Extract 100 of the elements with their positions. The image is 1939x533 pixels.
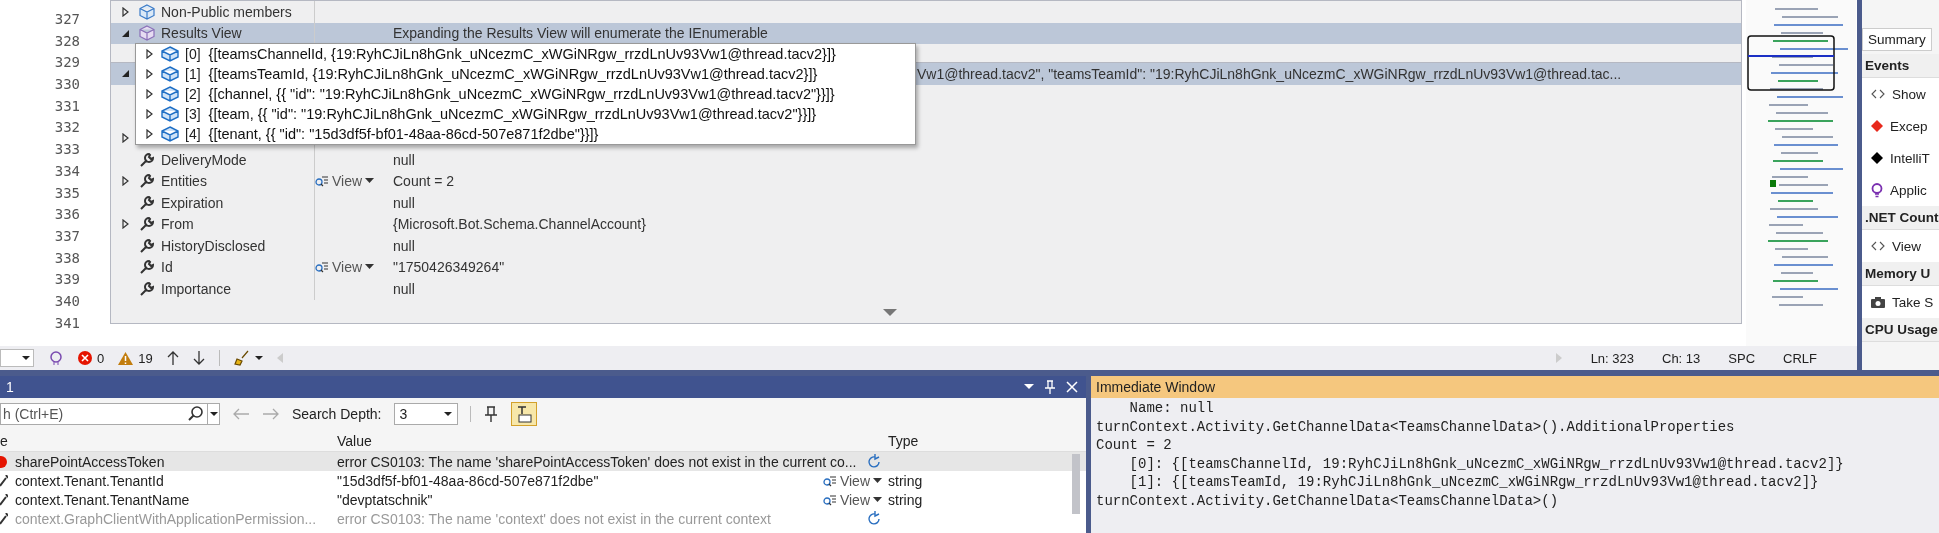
pin-icon[interactable] (482, 405, 499, 423)
datatip-row[interactable]: Id View "1750426349264" (111, 256, 1741, 278)
scroll-down-icon[interactable] (883, 309, 897, 317)
selected-row[interactable]: Results View Expanding the Results View will enumerate the IEnumerable (111, 22, 1741, 44)
line-number: 339 (54, 270, 80, 290)
output-line: Count = 2 (1096, 436, 1173, 455)
up-arrow-icon[interactable] (166, 351, 179, 365)
datatip-row[interactable]: [4] {[tenant, {{ "id": "15d3df5f-bf01-48aa-86cd-507e871f2dbe"}}]} (136, 124, 903, 144)
line-indicator[interactable]: Ln: 323 (1590, 350, 1634, 366)
datatip-row[interactable]: DeliveryMode null (111, 149, 1741, 171)
member-value: Expanding the Results View will enumerate the IEnumerable (393, 25, 768, 42)
refresh-icon[interactable] (866, 453, 882, 470)
item-index: [0] (185, 46, 201, 62)
dropdown[interactable] (0, 349, 34, 367)
expand-arrow-icon[interactable] (146, 129, 153, 139)
event-label[interactable]: View (1892, 238, 1922, 254)
output-line: Name: null (1128, 399, 1215, 418)
output-line: [1]: {[teamsTeamId, 19:RyhCJiLn8hGnk_uNcezmC_xWGiNRgw_rrzdLnUv93Vw1@thread.tacv2]} (1128, 473, 1820, 492)
caret-icon (365, 178, 375, 185)
cube-icon (161, 66, 179, 82)
watch-type: string (888, 472, 923, 489)
panel-title: 1 (6, 379, 14, 395)
expand-arrow-icon[interactable] (121, 6, 129, 17)
watch-name: sharePointAccessToken (15, 453, 165, 470)
search-history-dropdown[interactable] (207, 403, 220, 425)
column-header[interactable]: e (0, 432, 331, 449)
cube-icon (139, 25, 155, 42)
watch-name: context.Tenant.TenantName (15, 491, 190, 508)
errors-indicator[interactable]: 0 (78, 350, 105, 366)
section-header: Memory U (1862, 262, 1939, 286)
column-indicator[interactable]: Ch: 13 (1662, 350, 1701, 366)
item-index: [4] (185, 126, 201, 142)
selected-row[interactable]: sharePointAccessToken error CS0103: The name 'sharePointAccessToken' does not exist in the current co... (0, 452, 1086, 471)
item-index: [2] (185, 86, 201, 102)
search-field[interactable]: h (Ctrl+E) (0, 403, 185, 425)
scrollbar[interactable] (1072, 454, 1080, 514)
expand-arrow-icon[interactable] (146, 49, 153, 59)
line-number: 335 (54, 183, 80, 203)
camera-icon (1871, 296, 1885, 308)
cleanup-button[interactable] (233, 350, 263, 366)
warnings-indicator[interactable]: 19 (118, 350, 153, 366)
whitespace-indicator[interactable]: SPC (1728, 350, 1756, 366)
member-name: Expiration (161, 194, 224, 211)
brush-icon (233, 350, 250, 366)
collapse-arrow-icon[interactable] (120, 28, 130, 38)
search-depth-label: Search Depth: (292, 406, 382, 422)
view-button[interactable]: View (822, 491, 882, 508)
output-line: [0]: {[teamsChannelId, 19:RyhCJiLn8hGnk_uNcezmC_xWGiNRgw_rrzdLnUv93Vw1@thread.tacv2]} (1128, 454, 1845, 473)
member-value: Vw1@thread.tacv2", "teamsTeamId": "19:RyhCJiLn8hGnk_uNcezmC_xWGiNRgw_rrzdLnUv93Vw1@thread.tac... (917, 65, 1622, 82)
expand-arrow-icon[interactable] (146, 109, 153, 119)
toggle-button[interactable] (510, 402, 537, 426)
watch-row[interactable]: context.Tenant.TenantName "devptatschnik" View string (0, 490, 1086, 509)
lightbulb-icon (1871, 182, 1883, 198)
dropdown-icon[interactable] (1024, 384, 1034, 390)
expand-arrow-icon[interactable] (121, 176, 129, 187)
watch-value: error CS0103: The name 'context' does not exist in the current context (337, 510, 772, 527)
cube-icon (161, 46, 179, 62)
datatip-row[interactable]: [0] {[teamsChannelId, {19:RyhCJiLn8hGnk_uNcezmC_xWGiNRgw_rrzdLnUv93Vw1@thread.tacv2}]} (136, 44, 903, 64)
collapse-arrow-icon[interactable] (120, 69, 130, 79)
watch-value: "15d3df5f-bf01-48aa-86cd-507e871f2dbe" (337, 472, 600, 489)
search-depth-dropdown[interactable]: 3 (393, 403, 458, 425)
tab[interactable]: Summary (1862, 28, 1932, 51)
member-name: Importance (161, 280, 232, 297)
line-number: 331 (54, 96, 80, 116)
error-icon (78, 351, 92, 365)
line-number: 334 (54, 161, 80, 181)
datatip-row[interactable]: From {Microsoft.Bot.Schema.ChannelAccount} (111, 213, 1741, 235)
expand-arrow-icon[interactable] (121, 219, 129, 230)
line-number: 338 (54, 248, 80, 268)
item-value: {[tenant, {{ "id": "15d3df5f-bf01-48aa-86cd-507e871f2dbe"}}]} (208, 126, 599, 142)
cube-icon (139, 3, 155, 20)
column-header[interactable]: Type (882, 432, 1068, 449)
watch-value: error CS0103: The name 'sharePointAccessToken' does not exist in the current co... (337, 453, 858, 470)
datatip-row[interactable]: Importance null (111, 278, 1741, 300)
member-value: Count = 2 (393, 173, 455, 190)
expand-arrow-icon[interactable] (146, 89, 153, 99)
datatip-row[interactable]: Expiration null (111, 192, 1741, 214)
item-value: {[team, {{ "id": "19:RyhCJiLn8hGnk_uNcezmC_xWGiNRgw_rrzdLnUv93Vw1@thread.tacv2"}}]} (208, 106, 817, 122)
view-button[interactable]: View (315, 173, 375, 190)
datatip-row[interactable]: Non-Public members (111, 1, 1741, 23)
view-button[interactable]: View (315, 259, 375, 276)
close-icon[interactable] (1066, 381, 1078, 393)
watch-row[interactable]: context.Tenant.TenantId "15d3df5f-bf01-48aa-86cd-507e871f2dbe" View string (0, 471, 1086, 490)
datatip-row[interactable]: HistoryDisclosed null (111, 235, 1741, 257)
line-ending-indicator[interactable]: CRLF (1783, 350, 1817, 366)
down-arrow-icon[interactable] (192, 351, 205, 365)
cube-icon (161, 86, 179, 102)
datatip-row[interactable]: [2] {[channel, {{ "id": "19:RyhCJiLn8hGnk_uNcezmC_xWGiNRgw_rrzdLnUv93Vw1@thread.tacv2"}}]} (136, 84, 903, 104)
datatip-row[interactable]: [3] {[team, {{ "id": "19:RyhCJiLn8hGnk_uNcezmC_xWGiNRgw_rrzdLnUv93Vw1@thread.tacv2"}}]} (136, 104, 903, 124)
search-button[interactable] (185, 403, 207, 425)
view-button[interactable]: View (822, 472, 882, 489)
member-value: null (393, 280, 415, 297)
datatip-row[interactable]: Entities View Count = 2 (111, 170, 1741, 192)
member-name: Id (161, 259, 173, 276)
expand-arrow-icon[interactable] (121, 133, 129, 144)
expand-arrow-icon[interactable] (146, 69, 153, 79)
member-value: null (393, 151, 415, 168)
section-header: .NET Count (1862, 206, 1939, 230)
column-header[interactable]: Value (331, 432, 882, 449)
datatip-row[interactable]: [1] {[teamsTeamId, {19:RyhCJiLn8hGnk_uNcezmC_xWGiNRgw_rrzdLnUv93Vw1@thread.tacv2}]} (136, 64, 903, 84)
